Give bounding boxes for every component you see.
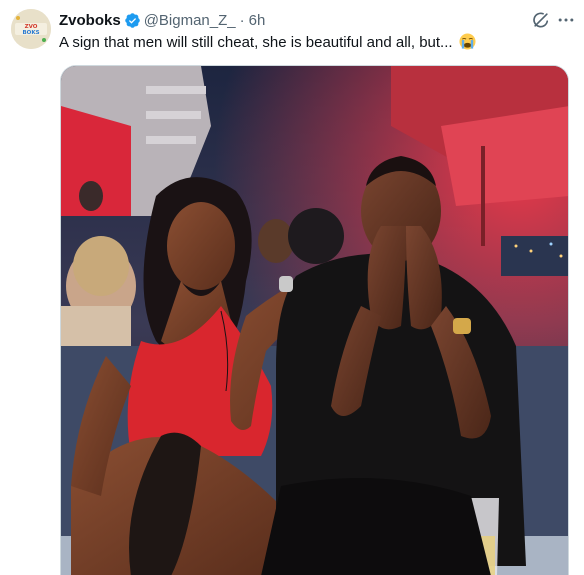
verified-badge-icon: [124, 12, 140, 28]
tweet-header: Zvoboks @Bigman_Z_ · 6h: [59, 10, 265, 30]
grok-icon[interactable]: [531, 10, 551, 30]
tweet-text: A sign that men will still cheat, she is…: [59, 33, 476, 53]
separator-dot: ·: [239, 11, 245, 29]
tweet[interactable]: ZVO BOKS Zvoboks @Bigman_Z_ · 6h A sign …: [0, 0, 584, 575]
avatar[interactable]: ZVO BOKS: [11, 9, 51, 49]
tweet-body: A sign that men will still cheat, she is…: [59, 34, 453, 51]
author-handle[interactable]: @Bigman_Z_: [144, 12, 236, 29]
avatar-image: ZVO BOKS: [11, 9, 51, 49]
author-name[interactable]: Zvoboks: [59, 12, 121, 29]
loudly-crying-face-icon: [459, 33, 476, 50]
photo: [61, 66, 568, 575]
more-options-icon[interactable]: [556, 10, 576, 30]
timestamp[interactable]: 6h: [249, 12, 266, 29]
tweet-media-photo[interactable]: [60, 65, 569, 575]
svg-text:BOKS: BOKS: [22, 30, 39, 36]
